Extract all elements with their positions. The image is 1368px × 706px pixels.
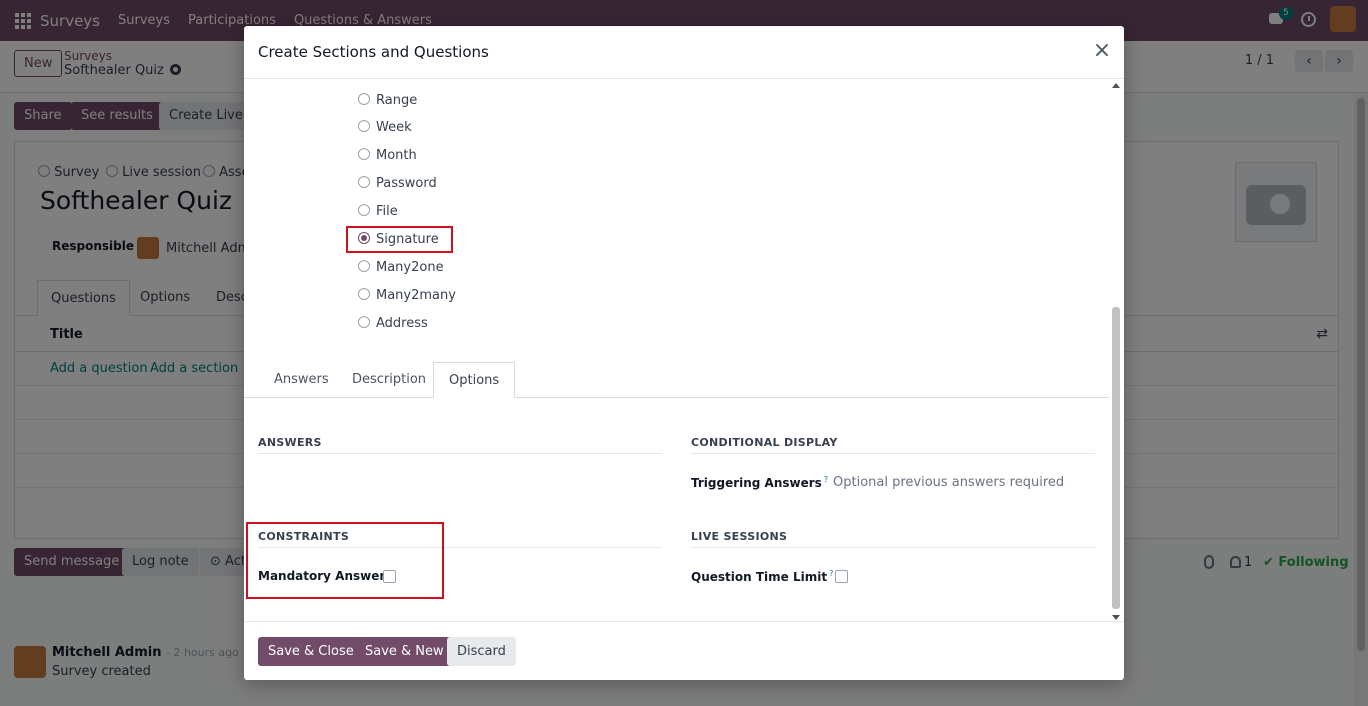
question-type-week[interactable]: Week	[358, 120, 412, 135]
save-close-button[interactable]: Save & Close	[258, 637, 364, 666]
question-time-limit-help-icon[interactable]: ?	[829, 569, 833, 578]
question-type-label: Many2many	[376, 288, 456, 303]
dialog-footer: Save & Close Save & New Discard	[244, 621, 1124, 680]
dialog-body: Range Week Month Password File Signature…	[244, 79, 1124, 621]
question-time-limit-label: Question Time Limit?	[691, 569, 833, 584]
question-type-address[interactable]: Address	[358, 316, 428, 331]
question-type-label: Password	[376, 176, 437, 191]
triggering-answers-help-icon[interactable]: ?	[824, 475, 828, 484]
question-type-label: Month	[376, 148, 417, 163]
radio-many2many[interactable]	[358, 288, 370, 300]
question-time-limit-checkbox[interactable]	[835, 570, 848, 583]
question-type-label: Week	[376, 120, 412, 135]
question-type-month[interactable]: Month	[358, 148, 417, 163]
radio-password[interactable]	[358, 176, 370, 188]
dialog-scrollbar-thumb[interactable]	[1112, 307, 1120, 609]
radio-many2one[interactable]	[358, 260, 370, 272]
create-question-dialog: Create Sections and Questions × Range We…	[244, 26, 1124, 680]
constraints-highlight-box	[246, 522, 444, 599]
radio-address[interactable]	[358, 316, 370, 328]
question-type-label: File	[376, 204, 398, 219]
dialog-header: Create Sections and Questions ×	[244, 26, 1124, 79]
radio-file[interactable]	[358, 204, 370, 216]
save-new-button[interactable]: Save & New	[355, 637, 454, 666]
close-icon[interactable]: ×	[1092, 40, 1112, 62]
question-type-label: Range	[376, 93, 418, 108]
triggering-answers-input[interactable]: Optional previous answers required	[833, 475, 1064, 490]
signature-highlight-box	[346, 226, 453, 253]
section-answers: ANSWERS	[258, 436, 662, 454]
question-type-password[interactable]: Password	[358, 176, 437, 191]
section-live-sessions: LIVE SESSIONS	[691, 530, 1095, 548]
dialog-scrollbar[interactable]	[1112, 83, 1120, 620]
question-type-many2many[interactable]: Many2many	[358, 288, 456, 303]
scroll-up-icon[interactable]	[1112, 83, 1120, 88]
question-type-many2one[interactable]: Many2one	[358, 260, 444, 275]
tab-description[interactable]: Description	[337, 362, 441, 398]
scroll-down-icon[interactable]	[1112, 615, 1120, 620]
question-tabs: Answers Description Options	[244, 362, 1109, 398]
dialog-title: Create Sections and Questions	[258, 43, 489, 61]
radio-month[interactable]	[358, 148, 370, 160]
section-conditional-display: CONDITIONAL DISPLAY	[691, 436, 1095, 454]
question-type-file[interactable]: File	[358, 204, 398, 219]
question-type-label: Many2one	[376, 260, 444, 275]
tab-options[interactable]: Options	[433, 362, 516, 398]
triggering-answers-text: Triggering Answers	[691, 476, 822, 490]
triggering-answers-label: Triggering Answers?	[691, 475, 828, 490]
question-type-range[interactable]: Range	[358, 93, 417, 108]
discard-button[interactable]: Discard	[447, 637, 516, 666]
question-type-label: Address	[376, 316, 428, 331]
tab-answers[interactable]: Answers	[259, 362, 344, 398]
question-time-limit-text: Question Time Limit	[691, 570, 828, 584]
radio-range[interactable]	[358, 93, 370, 105]
radio-week[interactable]	[358, 120, 370, 132]
